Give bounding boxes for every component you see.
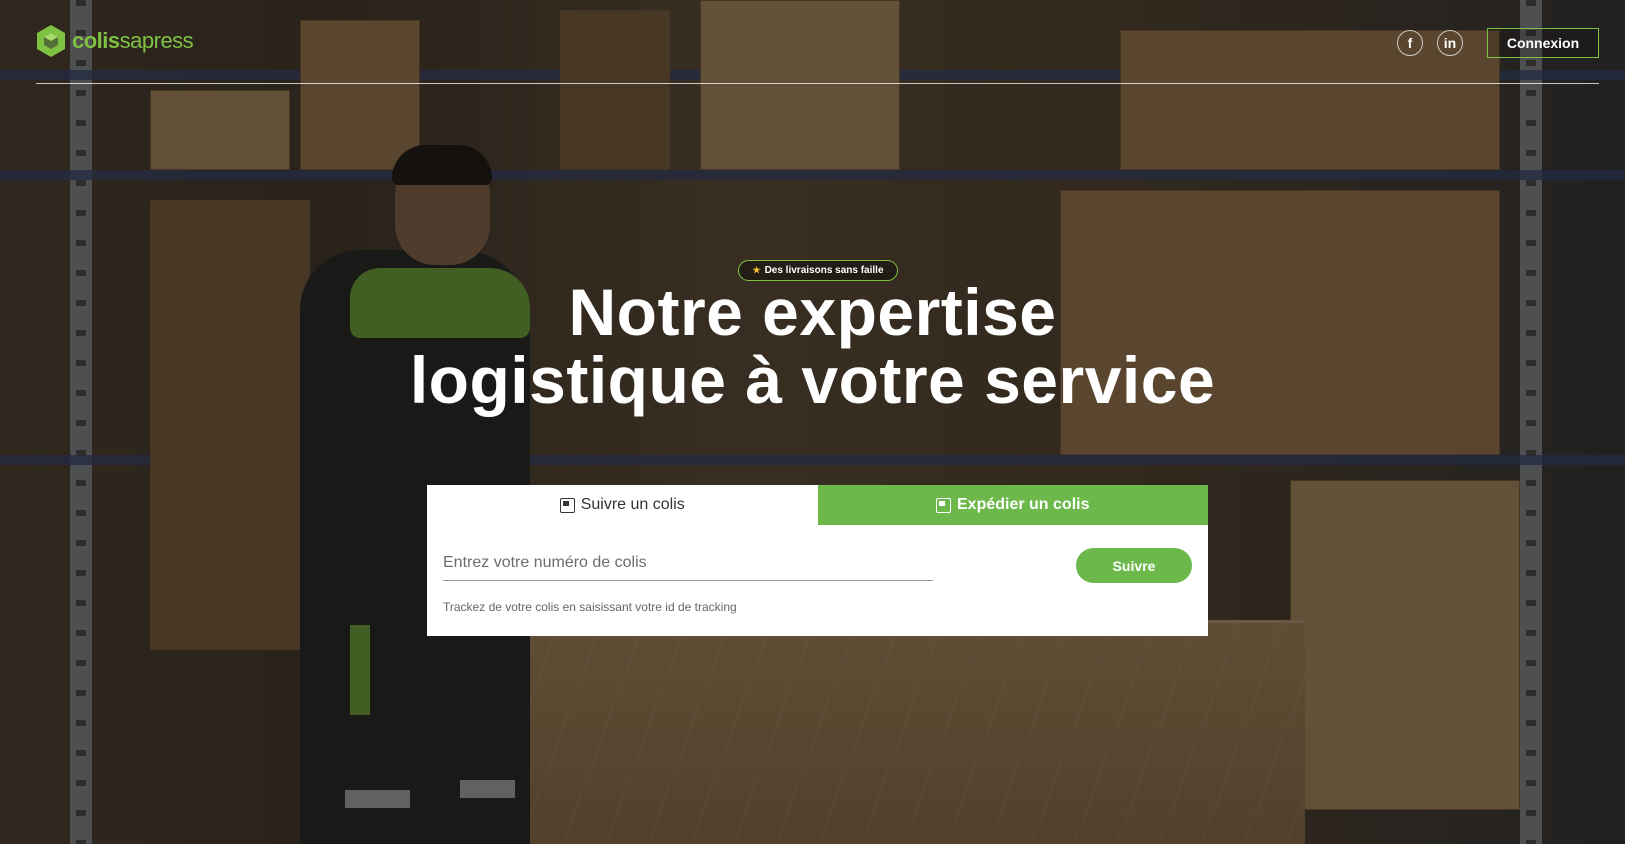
cube-icon (36, 24, 66, 58)
hero-title: Notre expertise logistique à votre servi… (0, 278, 1625, 414)
hero-title-line2: logistique à votre service (409, 343, 1216, 417)
login-button[interactable]: Connexion (1487, 28, 1599, 58)
brand-name: colissapress (72, 28, 194, 54)
tracking-card: Suivre un colis Expédier un colis Tracke… (427, 485, 1208, 636)
linkedin-icon[interactable]: in (1437, 30, 1463, 56)
facebook-icon[interactable]: f (1397, 30, 1423, 56)
brand-name-part2: sapress (119, 28, 194, 53)
site-header: colissapress f in Connexion (36, 18, 1599, 84)
package-icon (559, 497, 575, 513)
brand-name-part1: colis (72, 28, 120, 53)
tracking-hint: Trackez de votre colis en saisissant vot… (443, 600, 737, 614)
background-overlay (0, 0, 1625, 844)
brand-logo[interactable]: colissapress (36, 24, 194, 58)
track-submit-button[interactable]: Suivre (1076, 548, 1192, 583)
tracking-form: Trackez de votre colis en saisissant vot… (427, 525, 1208, 636)
tracking-number-input[interactable] (443, 545, 933, 581)
tab-ship-parcel[interactable]: Expédier un colis (817, 485, 1208, 525)
hero-title-line1: Notre expertise (568, 275, 1057, 349)
tab-track-parcel-label: Suivre un colis (580, 496, 685, 513)
package-icon (936, 497, 951, 513)
header-actions: f in Connexion (1397, 28, 1599, 58)
tab-track-parcel[interactable]: Suivre un colis (427, 485, 818, 525)
tracking-tabs: Suivre un colis Expédier un colis (427, 485, 1208, 525)
tab-ship-parcel-label: Expédier un colis (957, 496, 1090, 513)
